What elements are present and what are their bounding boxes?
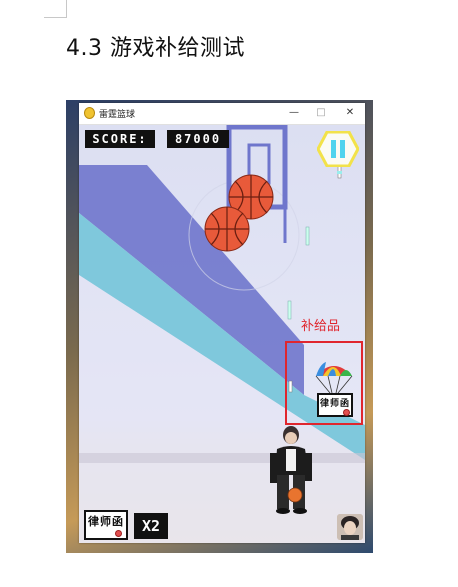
game-canvas[interactable]: SCORE: 87000 补给品 律师函 律师函 X2 (79, 125, 365, 543)
maximize-button[interactable]: □ (312, 105, 330, 121)
window-title: 雷霆篮球 (99, 110, 136, 120)
supply-item-text: 律师函 (319, 399, 350, 409)
score-value: 87000 (167, 130, 229, 148)
supply-annotation: 补给品 (301, 319, 341, 334)
title-bar[interactable]: 雷霆篮球 — □ ✕ (79, 103, 365, 125)
backboard-frame (226, 125, 288, 210)
section-heading: 4.3 游戏补给测试 (66, 36, 245, 61)
parachute-icon (315, 362, 353, 394)
player-character (270, 426, 312, 514)
stamp-icon (115, 530, 122, 537)
falling-bullet (287, 300, 292, 320)
lives-multiplier: X2 (134, 513, 168, 539)
court-line (79, 453, 365, 463)
lives-card-text: 律师函 (88, 515, 124, 528)
falling-bullet (305, 226, 310, 246)
game-window: 雷霆篮球 — □ ✕ SCORE: 87000 补给品 律师函 律师函 X2 (79, 103, 365, 543)
supply-item: 律师函 (317, 393, 353, 417)
close-button[interactable]: ✕ (341, 105, 359, 121)
pause-icon (316, 130, 360, 168)
stamp-icon (343, 409, 350, 416)
falling-bullet-tip (337, 171, 342, 174)
lives-card: 律师函 (84, 510, 128, 540)
score-label: SCORE: (85, 130, 155, 148)
avatar-image (337, 514, 363, 540)
court-scenery (79, 125, 365, 543)
page-corner-mark (44, 0, 67, 18)
backboard-square (247, 143, 271, 185)
avatar (337, 514, 363, 540)
app-icon (84, 107, 95, 119)
pause-button[interactable] (316, 130, 360, 171)
minimize-button[interactable]: — (285, 105, 303, 121)
